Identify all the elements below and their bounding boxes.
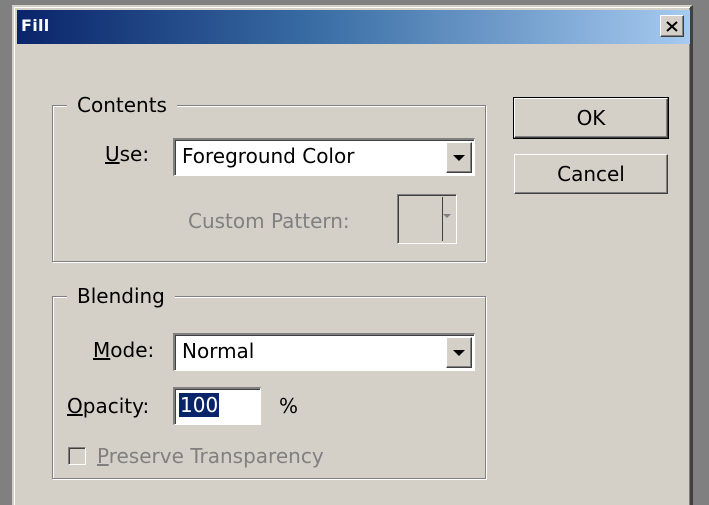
preserve-transparency-checkbox[interactable] bbox=[68, 447, 86, 465]
dialog-title: Fill bbox=[21, 16, 50, 35]
mode-dropdown[interactable]: Normal bbox=[173, 333, 475, 371]
mode-label-rest: ode: bbox=[110, 338, 155, 362]
use-label-rest: se: bbox=[119, 142, 150, 166]
title-bar[interactable]: Fill bbox=[17, 10, 690, 44]
opacity-label-rest: pacity: bbox=[82, 394, 150, 418]
contents-legend: Contents bbox=[67, 93, 177, 117]
close-button[interactable] bbox=[660, 15, 684, 37]
preserve-label-rest: reserve Transparency bbox=[108, 444, 324, 468]
mode-label: Mode: bbox=[93, 338, 154, 362]
blending-group: Blending Mode: Normal Opacity: 100 % Pre… bbox=[52, 284, 486, 479]
mode-label-accel: M bbox=[93, 338, 111, 362]
chevron-down-icon bbox=[443, 214, 451, 218]
preserve-label-accel: P bbox=[97, 444, 109, 468]
opacity-input[interactable]: 100 bbox=[173, 387, 261, 425]
opacity-label-accel: O bbox=[67, 394, 83, 418]
close-icon bbox=[666, 20, 678, 32]
use-label-accel: U bbox=[105, 142, 120, 166]
contents-group: Contents Use: Foreground Color Custom Pa… bbox=[52, 93, 486, 262]
preserve-transparency-label: Preserve Transparency bbox=[97, 444, 324, 468]
use-label: Use: bbox=[105, 142, 149, 166]
opacity-input-value: 100 bbox=[179, 393, 220, 417]
opacity-unit: % bbox=[279, 394, 299, 418]
fill-dialog: Fill Contents Use: Foreground Color Cust… bbox=[12, 5, 693, 505]
chevron-down-icon bbox=[453, 349, 465, 356]
chevron-down-icon bbox=[453, 154, 465, 161]
use-dropdown-value: Foreground Color bbox=[182, 144, 355, 168]
mode-dropdown-arrow[interactable] bbox=[446, 337, 472, 368]
custom-pattern-label: Custom Pattern: bbox=[188, 209, 350, 233]
mode-dropdown-value: Normal bbox=[182, 339, 255, 363]
cancel-button[interactable]: Cancel bbox=[514, 154, 668, 194]
opacity-label: Opacity: bbox=[67, 394, 149, 418]
custom-pattern-picker bbox=[397, 194, 457, 244]
pattern-swatch bbox=[400, 197, 443, 241]
blending-legend: Blending bbox=[67, 284, 175, 308]
use-dropdown[interactable]: Foreground Color bbox=[173, 138, 475, 176]
use-dropdown-arrow[interactable] bbox=[446, 142, 472, 173]
ok-button[interactable]: OK bbox=[513, 97, 669, 139]
